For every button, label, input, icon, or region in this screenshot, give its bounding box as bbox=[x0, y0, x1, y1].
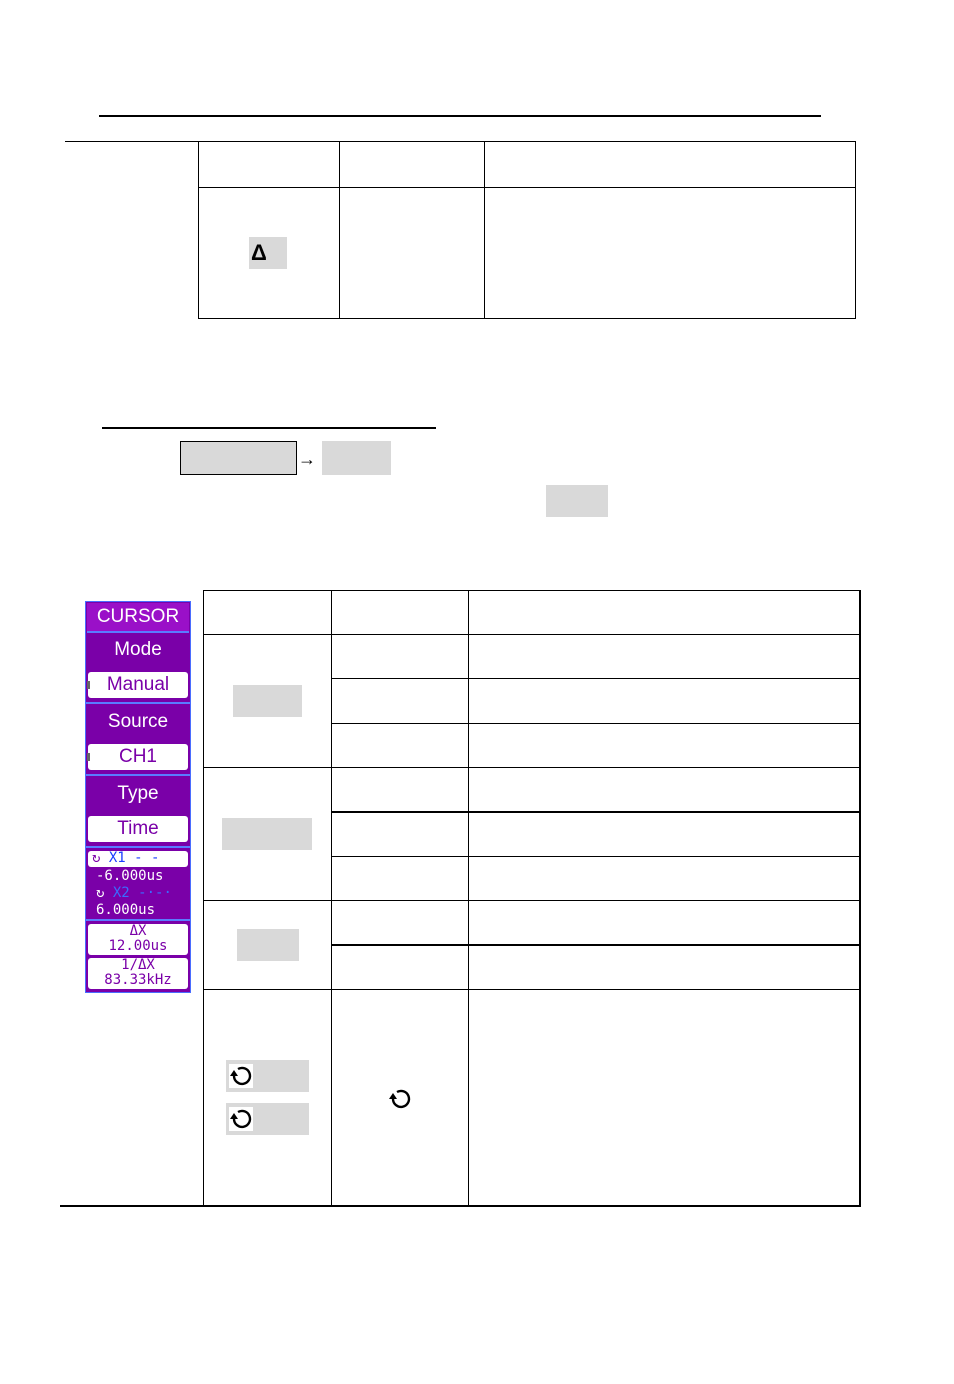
mode-option-placeholder bbox=[233, 685, 302, 717]
x1-value: -6.000us bbox=[96, 868, 164, 884]
delta-highlight: Δ bbox=[249, 237, 287, 269]
row-divider bbox=[331, 723, 860, 724]
x1-cursor-box[interactable]: ↻ X1 - - bbox=[88, 851, 188, 867]
rotate-knob-icon bbox=[229, 1107, 253, 1131]
delta-x-box: ΔX 12.00us bbox=[88, 924, 188, 955]
x1-label: X1 bbox=[108, 850, 126, 866]
table-bottom-border bbox=[60, 1205, 860, 1207]
rotate-knob-icon bbox=[229, 1064, 253, 1088]
mode-value-text: Manual bbox=[106, 674, 170, 695]
x2-row[interactable]: ↻ X2 -·-· bbox=[96, 885, 172, 901]
inline-key-placeholder bbox=[546, 485, 608, 517]
cursor-menu: CURSOR Mode Manual Source CH1 Type Time … bbox=[85, 601, 191, 993]
knob-icon: ↻ bbox=[92, 850, 101, 866]
table-col-3-border bbox=[484, 141, 485, 319]
delta-x-label: ΔX bbox=[129, 923, 147, 939]
row-divider bbox=[331, 856, 860, 857]
group-divider bbox=[203, 989, 860, 990]
table-header-divider bbox=[198, 187, 856, 188]
source-value-text: CH1 bbox=[118, 746, 157, 767]
table-bottom-border bbox=[198, 318, 856, 319]
heading-underline-1 bbox=[99, 115, 821, 117]
cursor-menu-title: CURSOR bbox=[87, 603, 189, 633]
table-col-3-border bbox=[468, 590, 469, 1206]
group-divider bbox=[203, 900, 860, 901]
menu-separator bbox=[86, 919, 190, 921]
source-label: Source bbox=[107, 711, 169, 732]
mode-value[interactable]: Manual bbox=[87, 672, 188, 698]
heading-underline-2 bbox=[102, 427, 436, 429]
table-right-border bbox=[859, 590, 861, 1207]
menu-separator bbox=[86, 846, 190, 848]
inv-delta-x-label: 1/ΔX bbox=[121, 957, 155, 973]
left-arrow-icon bbox=[87, 681, 90, 689]
type-value-text: Time bbox=[117, 818, 159, 839]
softkey-placeholder[interactable] bbox=[322, 441, 391, 475]
x1-line-style: - - bbox=[134, 850, 160, 866]
table-right-border bbox=[855, 141, 856, 319]
table-col-2-border bbox=[331, 590, 332, 1206]
table-top-border bbox=[203, 590, 860, 591]
x2-line-style: -·-· bbox=[138, 885, 172, 901]
table-col-1-border bbox=[203, 590, 204, 1206]
menu-separator bbox=[86, 774, 190, 776]
inv-delta-x-value: 83.33kHz bbox=[104, 972, 172, 988]
knob-option-1 bbox=[226, 1060, 309, 1092]
table-col-2-border bbox=[339, 141, 340, 319]
type-label: Type bbox=[117, 783, 159, 804]
menu-separator bbox=[86, 702, 190, 704]
knob-icon: ↻ bbox=[96, 885, 105, 901]
menu-button-placeholder[interactable] bbox=[180, 441, 297, 475]
group-divider bbox=[203, 767, 860, 768]
rotate-knob-icon bbox=[388, 1087, 412, 1111]
type-option-placeholder bbox=[222, 818, 312, 850]
source-value[interactable]: CH1 bbox=[87, 744, 188, 770]
delta-symbol: Δ bbox=[251, 240, 267, 265]
x2-label: X2 bbox=[112, 885, 130, 901]
nav-arrow: → bbox=[298, 449, 316, 469]
row-divider bbox=[331, 678, 860, 679]
table-top-border bbox=[65, 141, 856, 142]
x2-value: 6.000us bbox=[96, 902, 156, 918]
inv-delta-x-box: 1/ΔX 83.33kHz bbox=[88, 958, 188, 989]
left-arrow-icon bbox=[87, 753, 90, 761]
table-col-1-border bbox=[198, 141, 199, 319]
type-value[interactable]: Time bbox=[88, 816, 188, 842]
row-divider bbox=[331, 811, 860, 813]
delta-x-value: 12.00us bbox=[108, 938, 168, 954]
table-header-divider bbox=[203, 634, 860, 635]
source-option-placeholder bbox=[237, 929, 299, 961]
knob-option-2 bbox=[226, 1103, 309, 1135]
mode-label: Mode bbox=[114, 639, 162, 660]
row-divider bbox=[331, 944, 860, 946]
